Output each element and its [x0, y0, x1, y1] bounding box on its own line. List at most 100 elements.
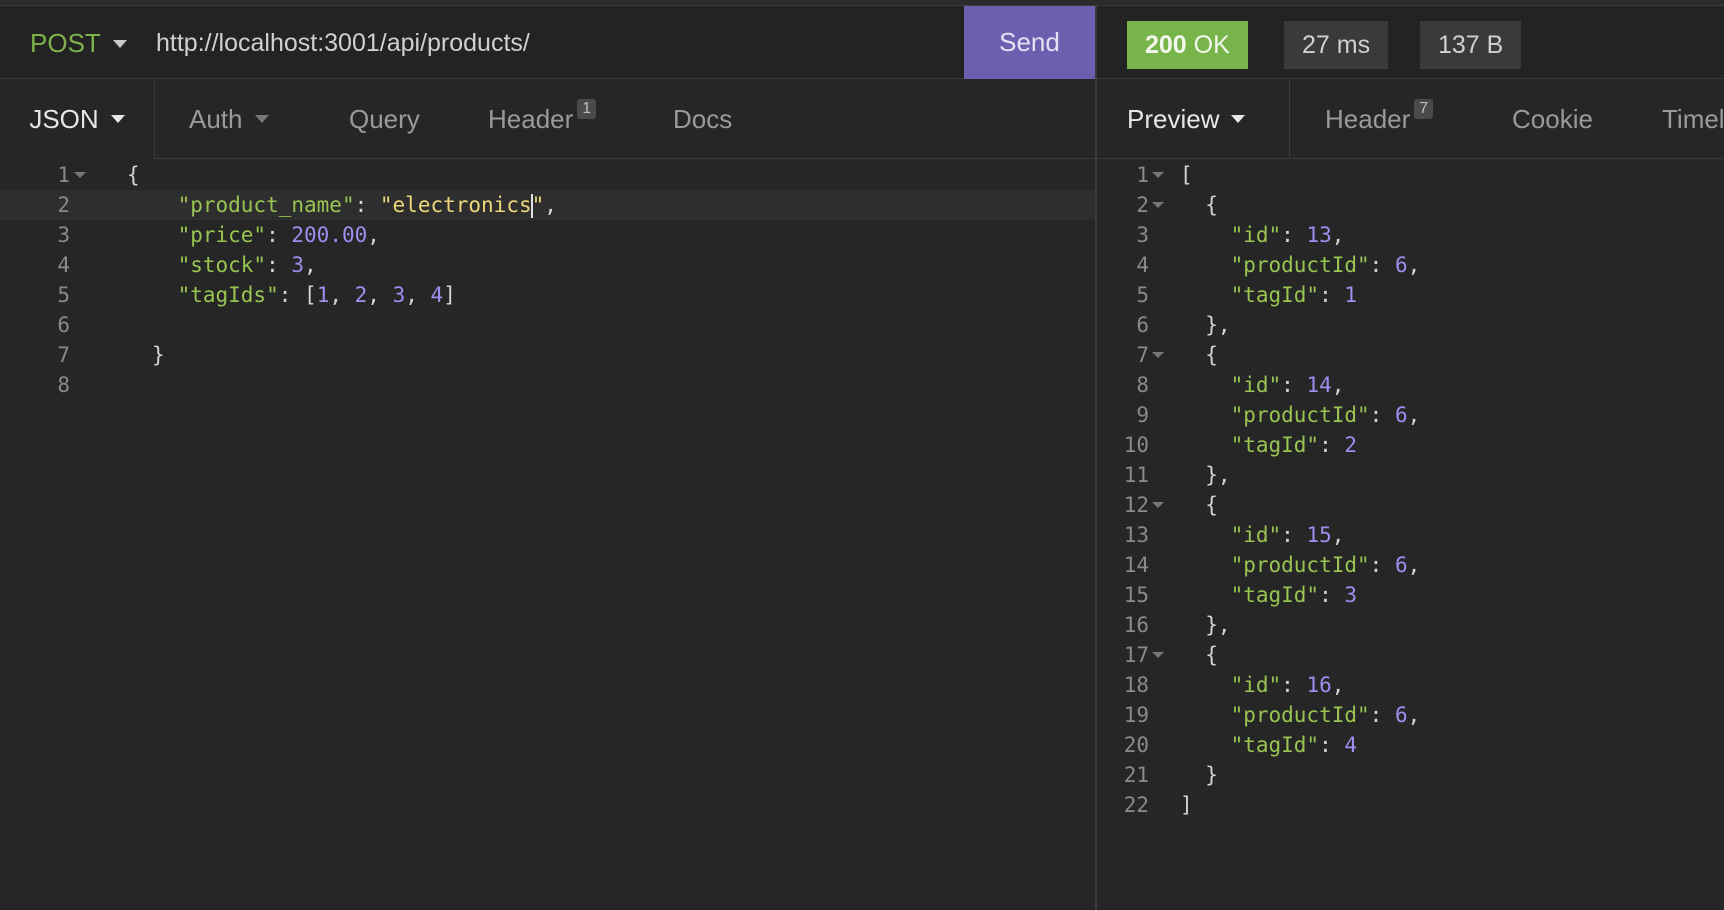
json-number: 3	[392, 283, 406, 307]
line-number: 18	[1123, 673, 1149, 697]
line-number: 4	[1136, 253, 1149, 277]
code-text: {	[1180, 640, 1218, 670]
fold-toggle-icon[interactable]	[1152, 502, 1164, 508]
tab-timeline[interactable]: Timel	[1662, 79, 1724, 158]
json-comma: ,	[1407, 253, 1421, 277]
code-text: "stock": 3,	[127, 250, 317, 280]
code-line: 12 {	[1097, 490, 1724, 520]
code-text: "product_name": "electronics",	[127, 190, 557, 220]
line-number: 10	[1123, 433, 1149, 457]
json-colon: :	[1319, 583, 1345, 607]
json-comma: ,	[544, 193, 557, 217]
json-colon: :	[1369, 553, 1395, 577]
json-colon: :	[354, 193, 380, 217]
tab-label: Docs	[673, 103, 733, 134]
tab-body-json[interactable]: JSON	[0, 79, 155, 159]
json-comma: ,	[1331, 373, 1345, 397]
line-number: 13	[1123, 523, 1149, 547]
json-comma: ,	[1331, 673, 1345, 697]
code-line: 8 "id": 14,	[1097, 370, 1724, 400]
code-text: "tagId": 4	[1180, 730, 1357, 760]
json-colon: :	[1369, 253, 1395, 277]
json-comma: ,	[367, 223, 380, 247]
tab-label: Timel	[1662, 103, 1724, 134]
code-text: {	[1180, 190, 1218, 220]
code-line: 7}	[0, 340, 1095, 370]
response-pane: 200 OK 27 ms 137 B Preview Header 7 Cook…	[1095, 6, 1724, 910]
code-line: 7 {	[1097, 340, 1724, 370]
json-key: "tagId"	[1230, 283, 1320, 307]
code-text: "tagIds": [1, 2, 3, 4]	[127, 280, 456, 310]
json-colon: :	[1281, 223, 1307, 247]
code-line: 5 "tagId": 1	[1097, 280, 1724, 310]
response-status-bar: 200 OK 27 ms 137 B	[1097, 6, 1724, 79]
json-colon: :	[1319, 433, 1345, 457]
code-line: 15 "tagId": 3	[1097, 580, 1724, 610]
tab-auth[interactable]: Auth	[189, 79, 269, 159]
fold-toggle-icon[interactable]	[1152, 352, 1164, 358]
code-text: "id": 16,	[1180, 670, 1345, 700]
tab-docs[interactable]: Docs	[673, 79, 732, 159]
line-number: 5	[1136, 283, 1149, 307]
line-number: 12	[1123, 493, 1149, 517]
json-key: "price"	[177, 223, 267, 247]
json-comma: ,	[1407, 403, 1421, 427]
json-key: "id"	[1230, 673, 1282, 697]
fold-toggle-icon[interactable]	[1152, 652, 1164, 658]
code-text: {	[1180, 340, 1218, 370]
line-number: 20	[1123, 733, 1149, 757]
tab-preview[interactable]: Preview	[1097, 79, 1290, 158]
json-punctuation: ]	[1180, 793, 1193, 817]
url-input[interactable]	[156, 26, 956, 60]
tab-response-header[interactable]: Header 7	[1325, 79, 1434, 158]
fold-toggle-icon[interactable]	[74, 172, 86, 178]
fold-toggle-icon[interactable]	[1152, 202, 1164, 208]
json-number: 2	[1344, 433, 1358, 457]
tab-label: Query	[349, 103, 420, 134]
json-number: 200.00	[291, 223, 368, 247]
json-punctuation: }	[1180, 763, 1218, 787]
code-text: "price": 200.00,	[127, 220, 380, 250]
json-colon: :	[266, 253, 292, 277]
json-punctuation: },	[1180, 313, 1231, 337]
json-colon: :	[1281, 373, 1307, 397]
code-line: 17 {	[1097, 640, 1724, 670]
code-line: 6 },	[1097, 310, 1724, 340]
json-number: 2	[354, 283, 368, 307]
header-count-badge: 1	[577, 99, 597, 119]
line-number: 19	[1123, 703, 1149, 727]
line-number: 1	[1136, 163, 1149, 187]
tab-query[interactable]: Query	[349, 79, 420, 159]
status-code: 200	[1145, 31, 1187, 59]
method-dropdown[interactable]: POST	[30, 28, 127, 59]
fold-toggle-icon[interactable]	[1152, 172, 1164, 178]
json-comma: ,	[1331, 223, 1345, 247]
json-colon: :	[1281, 673, 1307, 697]
line-number: 11	[1123, 463, 1149, 487]
request-body-editor[interactable]: 1{ 2 "product_name": "electronics", 3 "pri…	[0, 160, 1095, 910]
line-number: 5	[57, 283, 70, 307]
code-text: {	[1180, 490, 1218, 520]
json-number: 1	[316, 283, 330, 307]
tab-label: Cookie	[1512, 103, 1593, 134]
tab-label: Header	[488, 103, 574, 134]
code-line: 10 "tagId": 2	[1097, 430, 1724, 460]
json-key: "tagId"	[1230, 583, 1320, 607]
json-comma: ,	[304, 253, 317, 277]
json-punctuation: {	[1180, 493, 1218, 517]
code-text: "id": 14,	[1180, 370, 1345, 400]
line-number: 7	[1136, 343, 1149, 367]
json-punctuation: },	[1180, 613, 1231, 637]
json-number: 4	[1344, 733, 1358, 757]
tab-cookie[interactable]: Cookie	[1512, 79, 1593, 158]
response-body-viewer[interactable]: 1[2 {3 "id": 13, 4 "productId": 6, 5 "tagI…	[1097, 160, 1724, 910]
tab-header[interactable]: Header 1	[488, 79, 597, 159]
tab-label: Header	[1325, 103, 1411, 134]
code-line: 11 },	[1097, 460, 1724, 490]
json-colon: :	[1369, 403, 1395, 427]
send-button[interactable]: Send	[964, 6, 1095, 79]
code-line: 18 "id": 16,	[1097, 670, 1724, 700]
json-colon: :	[1319, 733, 1345, 757]
code-line: 22]	[1097, 790, 1724, 820]
code-line: 1{	[0, 160, 1095, 190]
